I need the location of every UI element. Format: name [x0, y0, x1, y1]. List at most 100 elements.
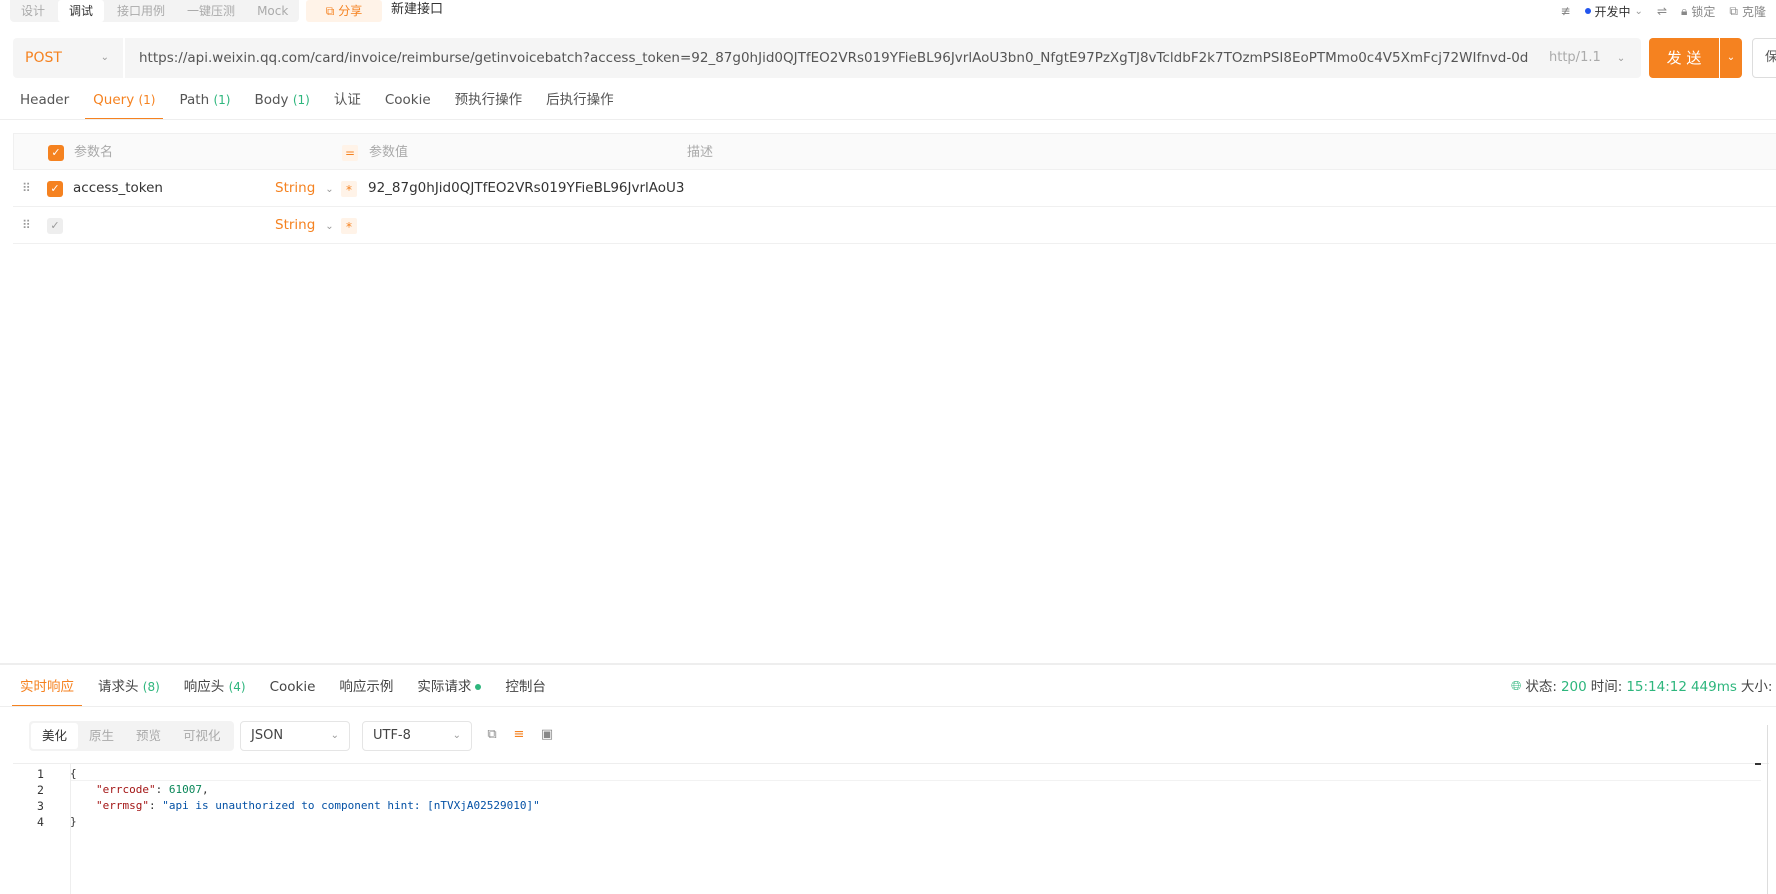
request-tabs: Header Query (1) Path (1) Body (1) 认证 Co… — [12, 88, 630, 120]
line-number: 1 — [37, 767, 44, 781]
row-checkbox[interactable]: ✓ — [47, 218, 63, 234]
tab-preview[interactable]: 预览 — [125, 723, 172, 749]
http-version-select[interactable]: http/1.1 ⌄ — [1549, 38, 1639, 78]
param-value-input[interactable] — [368, 207, 688, 244]
header-param-value: 参数值 — [369, 145, 409, 160]
tab-post-script[interactable]: 后执行操作 — [538, 88, 622, 120]
response-tabs: 实时响应 请求头 (8) 响应头 (4) Cookie 响应示例 实际请求 控制… — [12, 672, 562, 707]
param-value-input[interactable]: 92_87g0hJid0QJTfEO2VRs019YFieBL96JvrlAoU… — [368, 170, 688, 207]
line-number: 4 — [37, 815, 44, 829]
clone-button[interactable]: ⧉ 克隆 — [1729, 3, 1766, 20]
tab-actual-request[interactable]: 实际请求 — [409, 672, 489, 707]
code-line: } — [70, 815, 77, 828]
send-dropdown-button[interactable]: ⌄ — [1720, 38, 1742, 78]
tab-live-response[interactable]: 实时响应 — [12, 672, 82, 707]
encoding-select[interactable]: UTF-8 ⌄ — [362, 721, 472, 751]
tab-label: 实际请求 — [417, 679, 472, 695]
code-line: "errmsg": "api is unauthorized to compon… — [96, 799, 540, 812]
param-name-input[interactable]: access_token — [73, 170, 273, 207]
line-number-gutter: 1 2 3 4 — [13, 764, 71, 894]
select-all-checkbox[interactable]: ✓ — [48, 145, 64, 161]
url-input[interactable]: https://api.weixin.qq.com/card/invoice/r… — [139, 38, 1529, 78]
api-name[interactable]: 新建接口 — [391, 0, 443, 22]
chevron-down-icon: ⌄ — [1726, 52, 1736, 63]
response-status: 🌐︎ 状态: 200 时间: 15:14:12 449ms 大小: — [1511, 672, 1772, 702]
drag-handle-icon[interactable]: ⠿ — [22, 181, 32, 195]
chevron-down-icon: ⌄ — [325, 221, 334, 232]
row-checkbox[interactable]: ✓ — [47, 181, 63, 197]
tab-response-headers[interactable]: 响应头 (4) — [176, 672, 254, 707]
divider — [0, 706, 1776, 707]
top-bar: 设计 调试 接口用例 一键压测 Mock ⧉ 分享 新建接口 ≢ 开发中 ⌄ ⇌ … — [0, 0, 1776, 22]
chevron-down-icon: ⌄ — [330, 730, 339, 741]
resize-handle[interactable] — [0, 663, 1776, 665]
param-type-select[interactable]: String ⌄ — [275, 170, 345, 207]
tab-response-example[interactable]: 响应示例 — [331, 672, 401, 707]
tab-label: 响应示例 — [339, 679, 394, 695]
tab-mock[interactable]: Mock — [246, 0, 299, 22]
method-select[interactable]: POST ⌄ — [13, 38, 125, 78]
tab-auth[interactable]: 认证 — [326, 88, 369, 120]
tab-load-test[interactable]: 一键压测 — [176, 0, 246, 22]
tab-cookie[interactable]: Cookie — [377, 88, 439, 120]
tab-count: (1) — [213, 93, 231, 107]
tab-design[interactable]: 设计 — [10, 0, 56, 22]
tab-debug[interactable]: 调试 — [58, 0, 105, 22]
env-status-select[interactable]: 开发中 ⌄ — [1584, 3, 1643, 20]
tab-count: (8) — [142, 680, 160, 694]
lock-button[interactable]: 🔒︎ 锁定 — [1681, 3, 1715, 20]
code-line: "errcode": 61007, — [96, 783, 209, 796]
tab-label: 预执行操作 — [454, 92, 523, 108]
params-table: ✓ 参数名 = 参数值 描述 ⠿ ✓ access_token String ⌄ … — [13, 133, 1776, 244]
tab-query[interactable]: Query (1) — [85, 88, 164, 120]
tab-body[interactable]: Body (1) — [246, 88, 317, 120]
lock-icon: 🔒︎ — [1681, 3, 1688, 18]
send-button[interactable]: 发 送 — [1649, 38, 1719, 78]
json-key: "errcode" — [96, 783, 156, 796]
status-code: 200 — [1560, 679, 1587, 695]
env-status-dot — [1584, 8, 1591, 14]
param-name-input[interactable] — [73, 207, 273, 244]
current-line-highlight — [71, 780, 1761, 781]
format-select[interactable]: JSON ⌄ — [240, 721, 350, 751]
tab-path[interactable]: Path (1) — [171, 88, 238, 120]
response-body-editor[interactable]: 1 2 3 4 { "errcode": 61007, "errmsg": "a… — [13, 763, 1769, 894]
http-version-label: http/1.1 — [1549, 50, 1601, 65]
save-icon[interactable]: ▣ — [539, 727, 555, 743]
status-dot — [475, 684, 482, 690]
wrap-icon[interactable]: ≡ — [511, 727, 527, 743]
tab-request-headers[interactable]: 请求头 (8) — [90, 672, 168, 707]
url-bar: POST ⌄ https://api.weixin.qq.com/card/in… — [13, 38, 1641, 78]
drag-handle-icon[interactable]: ⠿ — [22, 218, 32, 232]
header-description: 描述 — [687, 145, 714, 160]
globe-icon: 🌐︎ — [1511, 679, 1522, 694]
scrollbar[interactable] — [1755, 763, 1761, 765]
tab-pre-script[interactable]: 预执行操作 — [447, 88, 531, 120]
save-button[interactable]: 保 — [1752, 38, 1776, 78]
param-desc-input[interactable] — [686, 170, 986, 207]
tab-console[interactable]: 控制台 — [497, 672, 554, 707]
edit-icon[interactable]: ≢ — [1560, 4, 1570, 18]
param-desc-input[interactable] — [686, 207, 986, 244]
copy-icon[interactable]: ⧉ — [484, 727, 500, 743]
tab-test-cases[interactable]: 接口用例 — [106, 0, 176, 22]
bulk-edit-icon[interactable]: = — [342, 145, 358, 161]
tab-visualize[interactable]: 可视化 — [172, 723, 232, 749]
tab-label: 请求头 — [98, 679, 139, 695]
share-button[interactable]: ⧉ 分享 — [306, 0, 382, 22]
required-icon[interactable]: * — [341, 181, 357, 197]
sort-icon[interactable]: ⇌ — [1657, 4, 1667, 18]
tab-raw[interactable]: 原生 — [78, 723, 125, 749]
status-label: 状态: — [1525, 679, 1557, 695]
response-duration: 449ms — [1690, 679, 1737, 695]
brace: { — [70, 767, 77, 780]
tab-label: Query — [93, 92, 135, 108]
param-type-select[interactable]: String ⌄ — [275, 207, 345, 244]
json-string: "api is unauthorized to component hint: … — [162, 799, 540, 812]
size-label: 大小: — [1740, 679, 1773, 695]
tab-header[interactable]: Header — [12, 88, 77, 120]
tab-pretty[interactable]: 美化 — [31, 723, 79, 749]
required-icon[interactable]: * — [341, 218, 357, 234]
tab-cookie[interactable]: Cookie — [262, 672, 324, 707]
clone-label: 克隆 — [1741, 4, 1766, 19]
